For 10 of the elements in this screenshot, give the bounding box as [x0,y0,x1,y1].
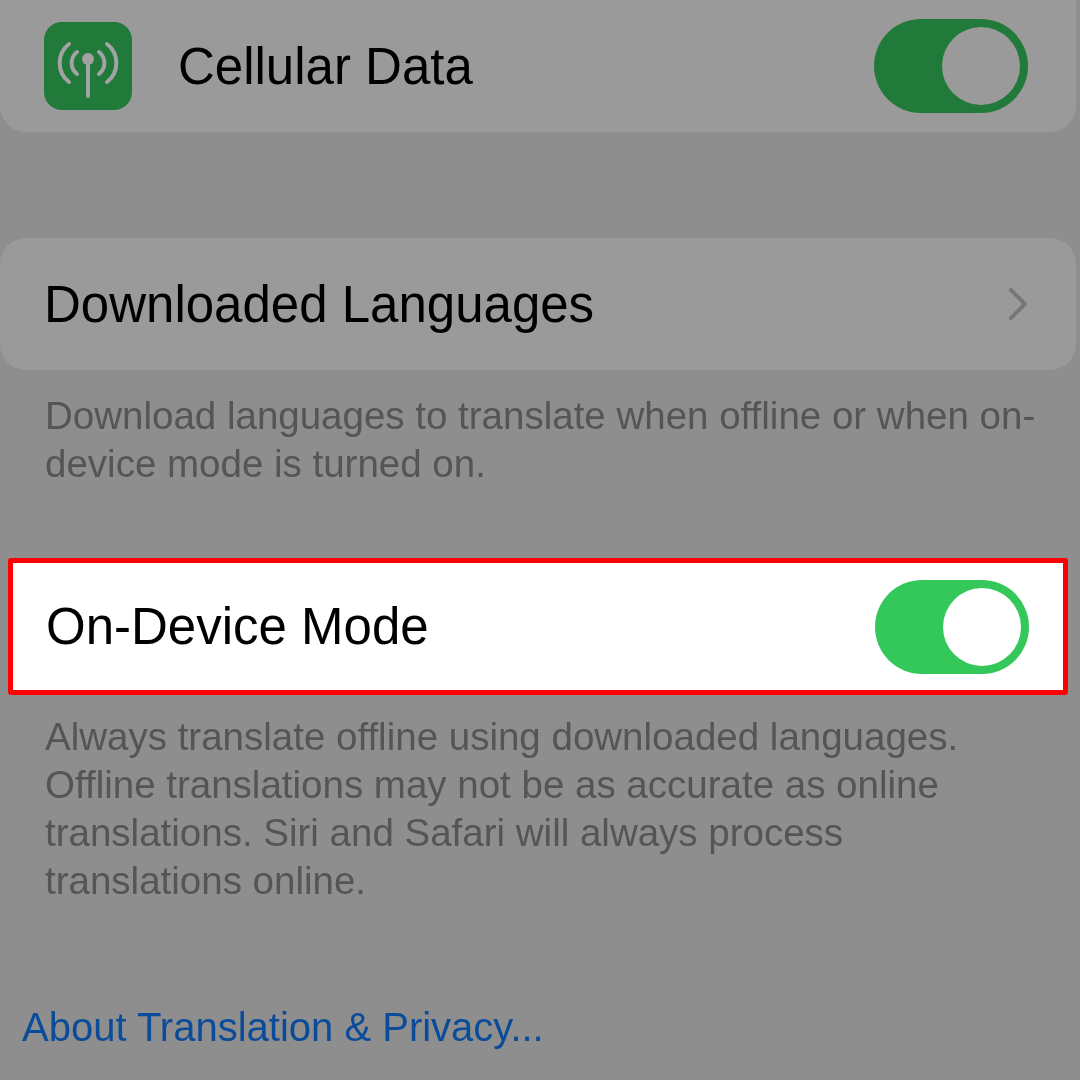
antenna-icon [44,22,132,110]
chevron-icon [1008,287,1028,321]
settings-row[interactable]: On-Device Mode [8,558,1068,695]
footer-text: Always translate offline using downloaded languages. Offline translations may not be as accurate as online translations. Siri and Safari will always process translations online. [45,714,960,904]
footer-text: Download languages to translate when offline or when on-device mode is turned on. [45,393,1037,487]
settings-row[interactable]: Cellular Data [0,0,1076,132]
row-label: Cellular Data [178,36,474,96]
settings-row[interactable]: Downloaded Languages [0,238,1076,370]
row-label: On-Device Mode [46,597,430,656]
row-label: Downloaded Languages [44,274,596,334]
